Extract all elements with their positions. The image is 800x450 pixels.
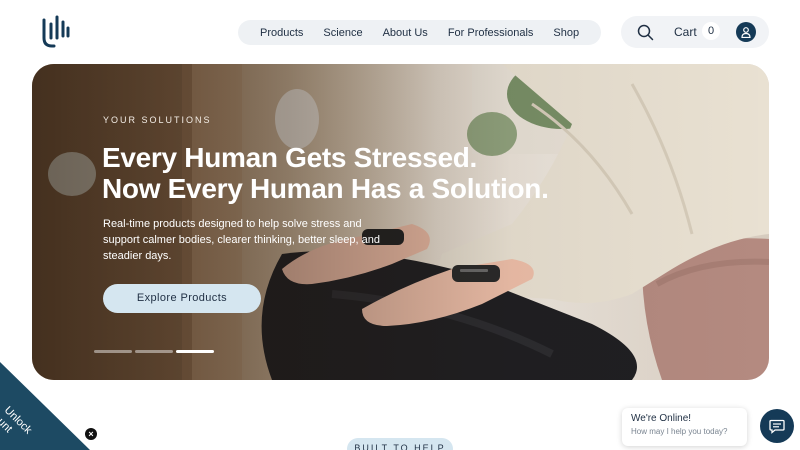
chat-title: We're Online! [631, 413, 692, 424]
account-button[interactable] [736, 22, 756, 42]
explore-products-button[interactable]: Explore Products [103, 284, 261, 313]
hand-logo-icon[interactable] [40, 14, 70, 50]
slide-indicator-3[interactable] [176, 350, 214, 353]
chat-greeting-bubble[interactable]: We're Online! How may I help you today? [622, 408, 747, 446]
hero-headline-line2: Now Every Human Has a Solution. [102, 173, 549, 204]
nav-item-products[interactable]: Products [250, 27, 313, 39]
nav-item-about-us[interactable]: About Us [373, 27, 438, 39]
nav-item-for-professionals[interactable]: For Professionals [438, 27, 544, 39]
cart-count-badge: 0 [702, 22, 720, 40]
chat-icon [769, 419, 785, 434]
nav-item-shop[interactable]: Shop [543, 27, 589, 39]
hero-subtext: Real-time products designed to help solv… [103, 218, 380, 262]
chat-subtitle: How may I help you today? [631, 427, 728, 436]
nav-item-science[interactable]: Science [313, 27, 372, 39]
section-label-pill: BUILT TO HELP [347, 438, 453, 450]
slide-indicator-2[interactable] [135, 350, 173, 353]
chat-launcher-button[interactable] [760, 409, 794, 443]
hero-headline-line1: Every Human Gets Stressed. [102, 142, 478, 173]
user-icon [741, 26, 751, 38]
slide-indicator-1[interactable] [94, 350, 132, 353]
discount-close-button[interactable]: × [85, 428, 97, 440]
main-nav: Products Science About Us For Profession… [238, 20, 602, 45]
search-icon[interactable] [637, 24, 654, 41]
hero-headline: Every Human Gets Stressed. Now Every Hum… [102, 142, 622, 204]
cart-button[interactable]: Cart [674, 25, 697, 39]
hero-eyebrow: YOUR SOLUTIONS [103, 115, 212, 125]
slide-indicators [94, 350, 214, 353]
